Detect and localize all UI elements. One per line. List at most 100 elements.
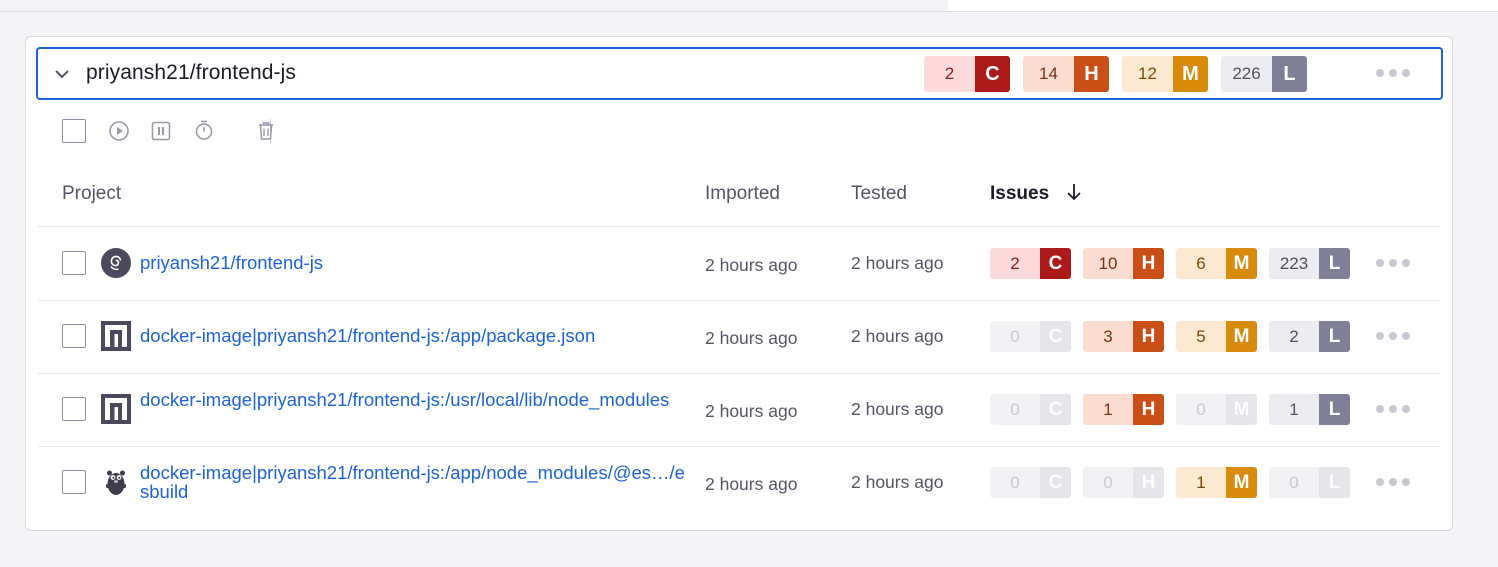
issue-badge-m[interactable]: 6M (1176, 248, 1257, 279)
table-row[interactable]: docker-image|priyansh21/frontend-js:/app… (26, 446, 1454, 519)
issue-count: 12 (1122, 56, 1173, 92)
row-more-options-icon[interactable] (1376, 259, 1410, 267)
table-row[interactable]: priyansh21/frontend-js 2 hours ago 2 hours… (26, 227, 1454, 300)
row-more-options-icon[interactable] (1376, 478, 1410, 486)
trash-icon[interactable] (255, 120, 277, 142)
gopher-icon (101, 467, 131, 497)
tested-time: 2 hours ago (851, 472, 944, 492)
imported-time: 2 hours ago (705, 401, 798, 421)
project-link[interactable]: priyansh21/frontend-js (140, 253, 685, 272)
row-issue-badges: 0C 3H 5M 2L (990, 321, 1362, 352)
severity-label: M (1226, 321, 1257, 352)
issue-badge-m[interactable]: 12 M (1122, 56, 1208, 92)
group-title: priyansh21/frontend-js (86, 61, 296, 84)
tested-time: 2 hours ago (851, 399, 944, 419)
chevron-down-icon[interactable] (52, 64, 72, 84)
issue-badge-l[interactable]: 1L (1269, 394, 1350, 425)
deactivate-icon[interactable] (150, 120, 172, 142)
issue-count: 0 (990, 467, 1040, 498)
issue-badge-l[interactable]: 2L (1269, 321, 1350, 352)
severity-label: H (1133, 248, 1164, 279)
severity-label: L (1272, 56, 1307, 92)
tested-time: 2 hours ago (851, 253, 944, 273)
issue-count: 0 (1083, 467, 1133, 498)
issue-count: 1 (1269, 394, 1319, 425)
project-link[interactable]: docker-image|priyansh21/frontend-js:/usr… (140, 390, 685, 409)
issue-badge-h[interactable]: 1H (1083, 394, 1164, 425)
issue-count: 14 (1023, 56, 1074, 92)
issue-badge-h[interactable]: 3H (1083, 321, 1164, 352)
imported-time: 2 hours ago (705, 474, 798, 494)
severity-label: H (1133, 467, 1164, 498)
issue-badge-l[interactable]: 0L (1269, 467, 1350, 498)
issue-badge-h[interactable]: 10 H (1083, 248, 1164, 279)
row-issue-badges: 0C1H0M1L (990, 394, 1362, 425)
column-header-issues-label: Issues (990, 183, 1050, 204)
issue-count: 0 (1269, 467, 1319, 498)
row-issue-badges: 2 C 10 H 6 M 223 L (990, 248, 1362, 279)
tested-time: 2 hours ago (851, 326, 944, 346)
issue-badge-c[interactable]: 0C (990, 394, 1071, 425)
table-row[interactable]: docker-image|priyansh21/frontend-js:/app… (26, 300, 1454, 373)
imported-time: 2 hours ago (705, 328, 798, 348)
row-checkbox[interactable] (62, 470, 86, 494)
issue-count: 2 (1269, 321, 1319, 352)
issue-badge-m[interactable]: 1M (1176, 467, 1257, 498)
issue-count: 2 (990, 248, 1040, 279)
row-checkbox[interactable] (62, 251, 86, 275)
group-header[interactable]: priyansh21/frontend-js 2 C 14 H 12 M 226 L (36, 47, 1443, 100)
column-header-imported[interactable]: Imported (705, 183, 780, 205)
severity-label: M (1226, 248, 1257, 279)
issue-count: 3 (1083, 321, 1133, 352)
issue-count: 10 (1083, 248, 1133, 279)
issue-badge-c[interactable]: 2C (990, 248, 1071, 279)
bulk-toolbar (62, 117, 273, 145)
column-header-tested[interactable]: Tested (851, 183, 907, 205)
issue-badge-h[interactable]: 0H (1083, 467, 1164, 498)
row-more-options-icon[interactable] (1376, 405, 1410, 413)
severity-label: L (1319, 467, 1350, 498)
column-header-issues[interactable]: Issues (990, 183, 1082, 205)
group-more-options-icon[interactable] (1376, 69, 1410, 77)
issue-count: 5 (1176, 321, 1226, 352)
issue-badge-h[interactable]: 14 H (1023, 56, 1109, 92)
issue-count: 6 (1176, 248, 1226, 279)
column-header-project[interactable]: Project (62, 183, 121, 205)
top-strip (0, 0, 948, 12)
issue-badge-c[interactable]: 0C (990, 321, 1071, 352)
issue-count: 1 (1176, 467, 1226, 498)
severity-label: C (1040, 467, 1071, 498)
project-link[interactable]: docker-image|priyansh21/frontend-js:/app… (140, 326, 685, 345)
table-row[interactable]: docker-image|priyansh21/frontend-js:/usr… (26, 373, 1454, 446)
project-link[interactable]: docker-image|priyansh21/frontend-js:/app… (140, 463, 685, 501)
issue-badge-m[interactable]: 5M (1176, 321, 1257, 352)
issue-badge-l[interactable]: 226 L (1221, 56, 1307, 92)
issue-count: 226 (1221, 56, 1272, 92)
severity-label: L (1319, 394, 1350, 425)
row-issue-badges: 0C0H1M0L (990, 467, 1362, 498)
project-group-panel: priyansh21/frontend-js 2 C 14 H 12 M 226 L (25, 36, 1453, 531)
severity-label: H (1133, 394, 1164, 425)
row-checkbox[interactable] (62, 324, 86, 348)
issue-badge-m[interactable]: 0M (1176, 394, 1257, 425)
imported-time: 2 hours ago (705, 255, 798, 275)
row-more-options-icon[interactable] (1376, 332, 1410, 340)
arrow-down-icon (1067, 184, 1082, 201)
npm-icon (101, 321, 131, 351)
severity-label: C (1040, 394, 1071, 425)
timer-icon[interactable] (193, 119, 215, 141)
issue-count: 0 (990, 394, 1040, 425)
severity-label: M (1226, 467, 1257, 498)
select-all-checkbox[interactable] (62, 119, 86, 143)
top-strip-right (948, 0, 1498, 12)
row-checkbox[interactable] (62, 397, 86, 421)
issue-badge-l[interactable]: 223 L (1269, 248, 1350, 279)
issue-badge-c[interactable]: 2C (924, 56, 1010, 92)
issue-count: 1 (1083, 394, 1133, 425)
issue-count: 0 (1176, 394, 1226, 425)
issue-count: 0 (990, 321, 1040, 352)
npm-icon (101, 394, 131, 424)
activate-icon[interactable] (108, 120, 130, 142)
severity-label: L (1319, 248, 1350, 279)
issue-badge-c[interactable]: 0C (990, 467, 1071, 498)
